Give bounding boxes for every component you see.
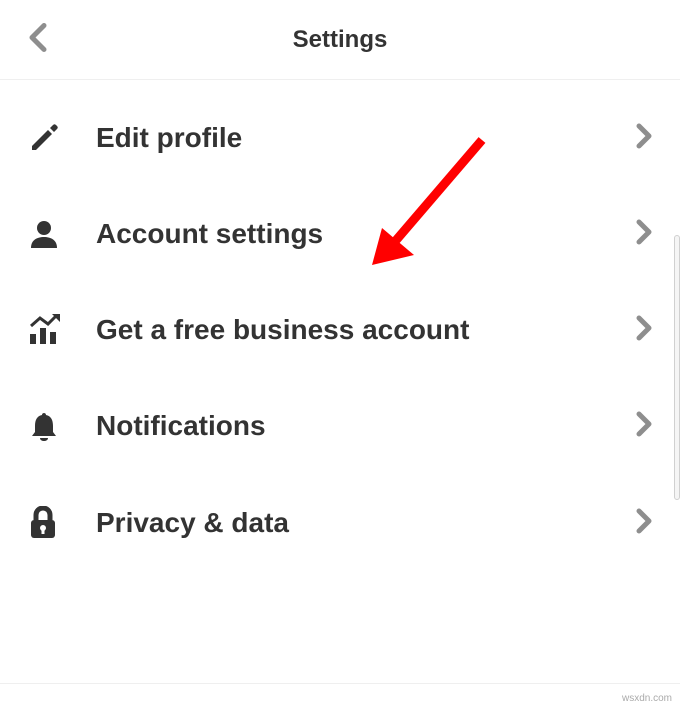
menu-item-privacy-data[interactable]: Privacy & data (0, 474, 680, 572)
menu-item-account-settings[interactable]: Account settings (0, 186, 680, 282)
menu-item-label: Privacy & data (96, 507, 636, 539)
lock-icon (28, 506, 68, 540)
divider (0, 683, 680, 684)
bell-icon (28, 410, 68, 442)
chevron-right-icon (636, 508, 652, 539)
scroll-indicator[interactable] (674, 235, 680, 500)
menu-item-label: Edit profile (96, 122, 636, 154)
chevron-right-icon (636, 315, 652, 346)
person-icon (28, 218, 68, 250)
menu-item-label: Account settings (96, 218, 636, 250)
chevron-right-icon (636, 411, 652, 442)
chart-up-icon (28, 314, 68, 346)
menu-item-label: Get a free business account (96, 314, 636, 346)
chevron-right-icon (636, 123, 652, 154)
watermark: wsxdn.com (622, 693, 672, 704)
menu-item-edit-profile[interactable]: Edit profile (0, 90, 680, 186)
chevron-left-icon (28, 21, 48, 53)
settings-menu: Edit profile Account settings Get (0, 80, 680, 572)
menu-item-business-account[interactable]: Get a free business account (0, 282, 680, 378)
back-button[interactable] (20, 13, 56, 66)
pencil-icon (28, 122, 68, 154)
menu-item-label: Notifications (96, 410, 636, 442)
page-title: Settings (293, 26, 388, 54)
menu-item-notifications[interactable]: Notifications (0, 378, 680, 474)
header: Settings (0, 0, 680, 80)
chevron-right-icon (636, 219, 652, 250)
